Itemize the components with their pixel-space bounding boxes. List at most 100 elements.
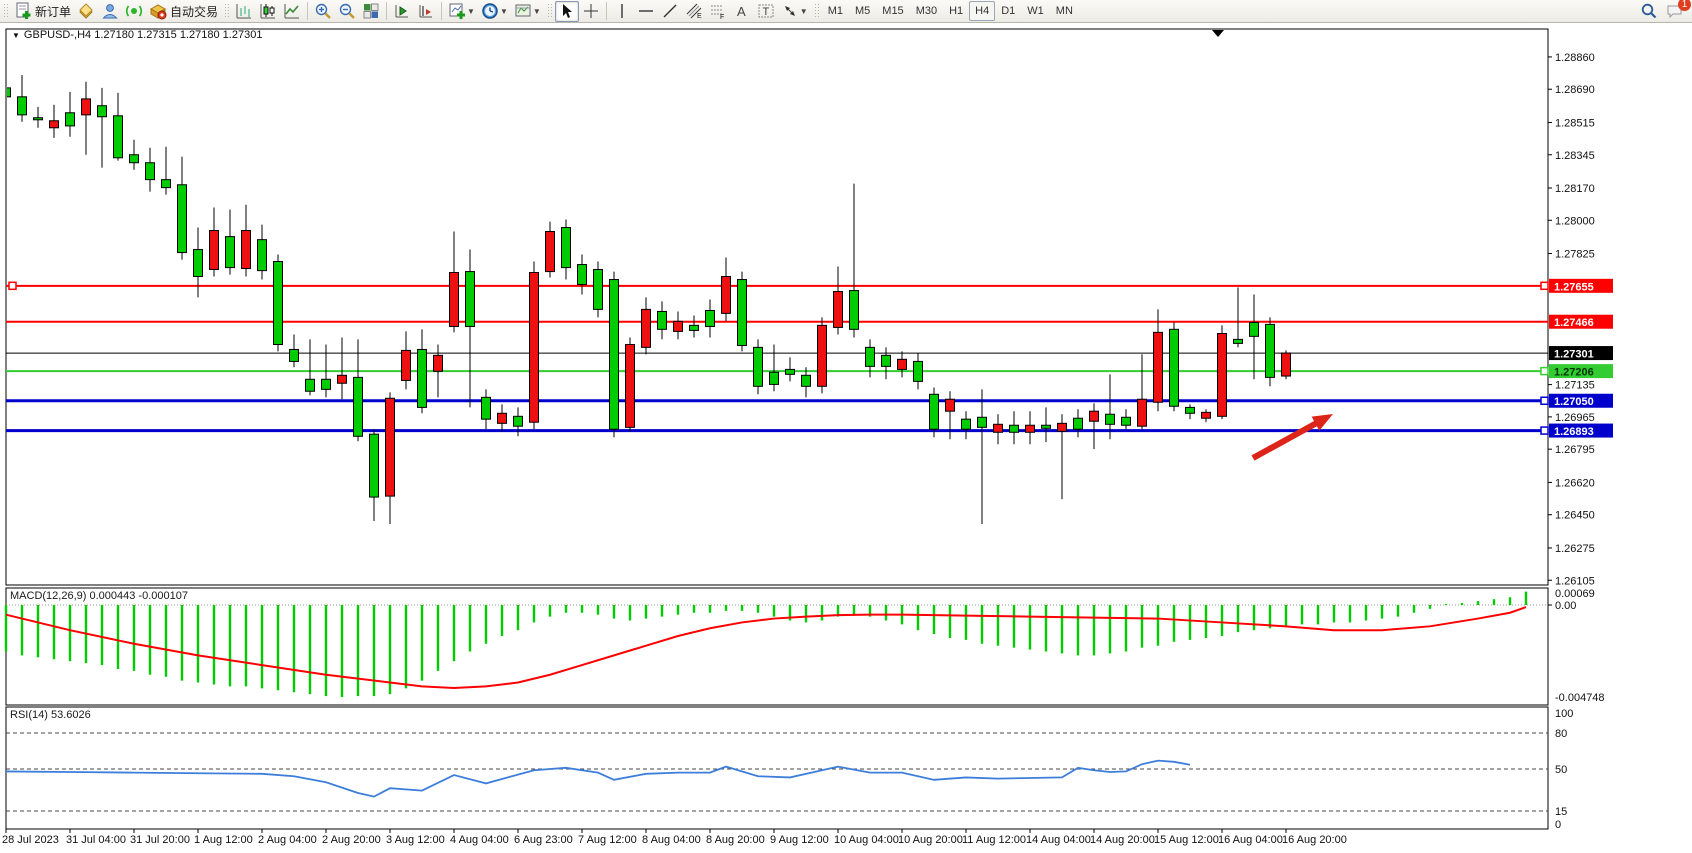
templates-button[interactable]: ▼ [511,1,544,22]
macd-panel-title: MACD(12,26,9) 0.000443 -0.000107 [10,590,188,602]
cursor-tool-button[interactable] [555,1,579,22]
signals-button[interactable] [122,1,146,22]
zoom-in-button[interactable] [311,1,335,22]
toolbar-grip [3,3,8,19]
candle-body [626,345,635,428]
time-label: 8 Aug 04:00 [642,834,701,846]
timeframe-button-m1[interactable]: M1 [822,1,849,21]
autotrading-button[interactable]: 自动交易 [146,1,221,22]
candle-body [658,311,667,329]
toolbar-separator [441,2,442,20]
zoom-out-icon [338,2,356,20]
time-label: 3 Aug 12:00 [386,834,445,846]
new-order-button[interactable]: 新订单 [11,1,74,22]
svg-text:F: F [720,14,724,20]
svg-text:1.27135: 1.27135 [1555,380,1595,392]
candlestick-chart-button[interactable] [256,1,280,22]
svg-text:1.26893: 1.26893 [1554,426,1594,438]
arrows-tool-button[interactable]: ▼ [778,1,811,22]
autotrading-label: 自动交易 [170,3,218,20]
svg-text:1.28690: 1.28690 [1555,84,1595,96]
timeframe-button-mn[interactable]: MN [1050,1,1079,21]
chart-shift-button[interactable] [414,1,438,22]
candle-body [1170,329,1179,406]
time-label: 16 Aug 04:00 [1218,834,1283,846]
line-handle[interactable] [1541,282,1548,289]
candle-body [1042,425,1051,428]
bar-chart-button[interactable] [232,1,256,22]
zoom-out-button[interactable] [335,1,359,22]
profile-button[interactable] [98,1,122,22]
timeframe-button-d1[interactable]: D1 [995,1,1021,21]
candle-body [322,379,331,389]
line-chart-button[interactable] [280,1,304,22]
notifications-chat-icon[interactable]: 1 [1666,2,1684,20]
text-tool-button[interactable]: A [730,1,754,22]
tile-windows-button[interactable] [359,1,383,22]
timeframe-button-h4[interactable]: H4 [969,1,995,21]
line-handle[interactable] [1541,397,1548,404]
macd-panel[interactable] [6,588,1548,705]
quotes-icon [77,2,95,20]
candle-body [898,359,907,369]
candle-body [274,262,283,345]
candle-body [1282,353,1291,376]
candle-body [946,399,955,411]
candle-body [50,121,59,128]
candle-body [1090,411,1099,421]
chart-window[interactable]: 1.288601.286901.285151.283451.281701.280… [0,23,1692,853]
candle-body [1154,332,1163,402]
indicators-button[interactable]: ▼ [445,1,478,22]
timeframe-button-m15[interactable]: M15 [876,1,909,21]
candlestick-chart-icon [259,2,277,20]
timeframe-button-m30[interactable]: M30 [910,1,943,21]
candle-body [290,349,299,361]
auto-scroll-button[interactable] [390,1,414,22]
periods-button[interactable]: ▼ [478,1,511,22]
svg-text:1.28170: 1.28170 [1555,183,1595,195]
line-handle[interactable] [1541,427,1548,434]
candle-body [610,280,619,430]
svg-text:1.27301: 1.27301 [1554,349,1594,361]
time-label: 8 Aug 20:00 [706,834,765,846]
candle-body [866,347,875,366]
timeframe-button-w1[interactable]: W1 [1021,1,1050,21]
timeframe-button-m5[interactable]: M5 [849,1,876,21]
timeframe-button-h1[interactable]: H1 [943,1,969,21]
horizontal-line-icon [637,2,655,20]
auto-scroll-icon [393,2,411,20]
vertical-line-tool-button[interactable] [610,1,634,22]
toolbar-grip [814,3,819,19]
search-icon[interactable] [1640,2,1658,20]
candle-body [146,163,155,180]
candle-body [1218,333,1227,416]
candle-body [162,180,171,188]
candle-body [34,118,43,120]
chart-canvas[interactable]: 1.288601.286901.285151.283451.281701.280… [0,23,1692,853]
channel-tool-button[interactable]: E [682,1,706,22]
candle-body [1122,417,1131,425]
chart-dropdown-icon[interactable]: ▼ [12,31,20,40]
time-label: 2 Aug 20:00 [322,834,381,846]
candle-body [1026,425,1035,432]
line-handle[interactable] [1541,368,1548,375]
toolbar-separator [606,2,607,20]
new-order-icon [14,2,32,20]
label-tool-button[interactable]: T [754,1,778,22]
time-label: 2 Aug 04:00 [258,834,317,846]
bar-chart-icon [235,2,253,20]
trendline-tool-button[interactable] [658,1,682,22]
candle-body [482,397,491,419]
candle-body [98,106,107,117]
crosshair-icon [582,2,600,20]
time-axis[interactable]: 28 Jul 202331 Jul 04:0031 Jul 20:001 Aug… [2,829,1347,846]
periods-clock-icon [481,2,499,20]
horizontal-line-tool-button[interactable] [634,1,658,22]
candle-body [722,277,731,314]
line-handle[interactable] [9,282,16,289]
crosshair-tool-button[interactable] [579,1,603,22]
market-watch-button[interactable] [74,1,98,22]
main-price-panel[interactable] [6,29,1548,585]
candle-body [914,361,923,381]
fibonacci-tool-button[interactable]: F [706,1,730,22]
